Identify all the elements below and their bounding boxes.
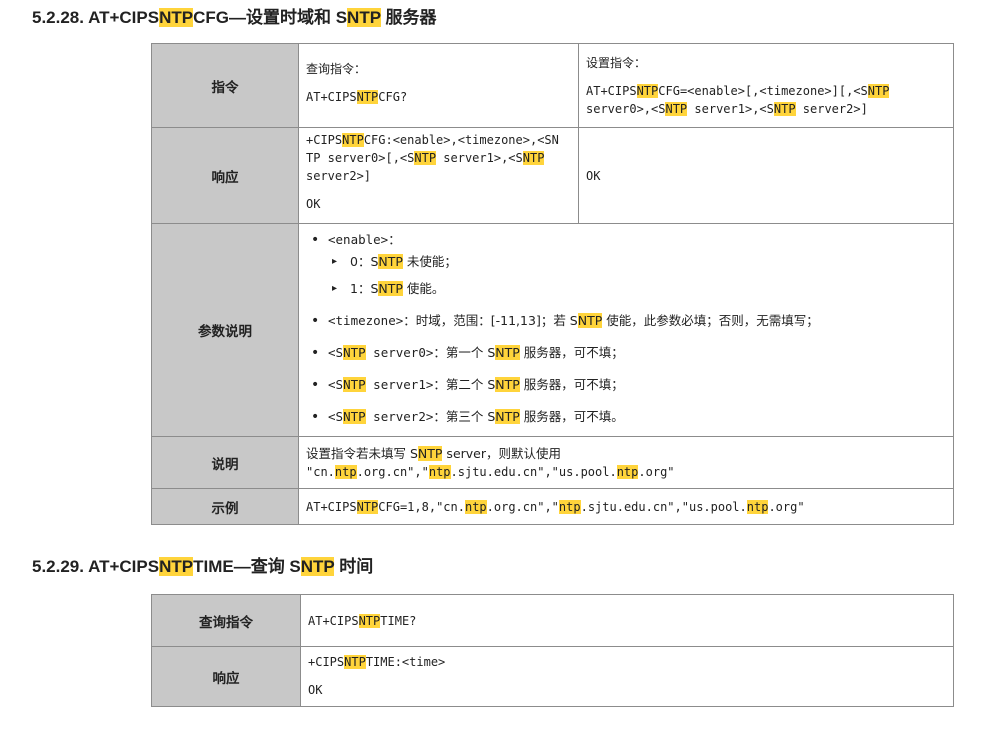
note-line-1: 设置指令若未填写 SNTP server，则默认使用 — [306, 446, 561, 461]
example-row: 示例 AT+CIPSNTPCFG=1,8,"cn.ntp.org.cn","nt… — [151, 488, 954, 525]
time-response-text: +CIPSNTPTIME:<time> — [308, 655, 446, 669]
time-query-cell: AT+CIPSNTPTIME? — [300, 594, 954, 647]
note-cell: 设置指令若未填写 SNTP server，则默认使用 "cn.ntp.org.c… — [298, 436, 954, 489]
note-row: 说明 设置指令若未填写 SNTP server，则默认使用 "cn.ntp.or… — [151, 436, 954, 489]
query-response-ok: OK — [306, 197, 321, 211]
label-time-response: 响应 — [151, 646, 301, 707]
param-server1: <SNTP server1>：第二个 SNTP 服务器，可不填； — [306, 376, 947, 394]
params-row: 参数说明 <enable>： 0：SNTP 未使能； 1：SNTP 使能。 <t… — [151, 223, 954, 437]
time-response-row: 响应 +CIPSNTPTIME:<time> OK — [151, 646, 954, 707]
label-params: 参数说明 — [151, 223, 299, 437]
enable-value-0: 0：SNTP 未使能； — [328, 253, 947, 271]
param-server2: <SNTP server2>：第三个 SNTP 服务器，可不填。 — [306, 408, 947, 426]
example-cell: AT+CIPSNTPCFG=1,8,"cn.ntp.org.cn","ntp.s… — [298, 488, 954, 525]
label-example: 示例 — [151, 488, 299, 525]
cipsntptime-table: 查询指令 AT+CIPSNTPTIME? 响应 +CIPSNTPTIME:<ti… — [151, 594, 954, 707]
time-response-cell: +CIPSNTPTIME:<time> OK — [300, 646, 954, 707]
set-response-cell: OK — [578, 127, 954, 224]
command-row: 指令 查询指令： AT+CIPSNTPCFG? 设置指令： AT+CIPSNTP… — [151, 43, 954, 128]
enable-value-1: 1：SNTP 使能。 — [328, 280, 947, 298]
label-response: 响应 — [151, 127, 299, 224]
query-response-cell: +CIPSNTPCFG:<enable>,<timezone>,<SN TP se… — [298, 127, 579, 224]
time-query-text: AT+CIPSNTPTIME? — [308, 613, 417, 628]
note-line-2: "cn.ntp.org.cn","ntp.sjtu.edu.cn","us.po… — [306, 465, 675, 479]
param-enable: <enable>： 0：SNTP 未使能； 1：SNTP 使能。 — [306, 231, 947, 298]
param-server0: <SNTP server0>：第一个 SNTP 服务器，可不填； — [306, 344, 947, 362]
time-response-ok: OK — [308, 683, 323, 697]
section-heading-cipsntpcfg: 5.2.28. AT+CIPSNTPCFG—设置时域和 SNTP 服务器 — [32, 8, 437, 27]
set-command-cell: 设置指令： AT+CIPSNTPCFG=<enable>[,<timezone>… — [578, 43, 954, 128]
set-response-ok: OK — [586, 168, 601, 183]
query-command-cell: 查询指令： AT+CIPSNTPCFG? — [298, 43, 579, 128]
query-command-text: AT+CIPSNTPCFG? — [306, 90, 408, 104]
response-row: 响应 +CIPSNTPCFG:<enable>,<timezone>,<SN TP… — [151, 127, 954, 224]
label-time-query: 查询指令 — [151, 594, 301, 647]
label-command: 指令 — [151, 43, 299, 128]
param-timezone: <timezone>：时域，范围：[-11,13]；若 SNTP 使能，此参数必… — [306, 312, 947, 330]
params-cell: <enable>： 0：SNTP 未使能； 1：SNTP 使能。 <timezo… — [298, 223, 954, 437]
enable-values: 0：SNTP 未使能； 1：SNTP 使能。 — [328, 253, 947, 298]
cipsntpcfg-table: 指令 查询指令： AT+CIPSNTPCFG? 设置指令： AT+CIPSNTP… — [151, 43, 954, 525]
section-heading-cipsntptime: 5.2.29. AT+CIPSNTPTIME—查询 SNTP 时间 — [32, 557, 374, 576]
set-command-text: AT+CIPSNTPCFG=<enable>[,<timezone>][,<SN… — [586, 84, 890, 116]
query-command-title: 查询指令： — [306, 62, 367, 76]
example-text: AT+CIPSNTPCFG=1,8,"cn.ntp.org.cn","ntp.s… — [306, 499, 805, 514]
params-list: <enable>： 0：SNTP 未使能； 1：SNTP 使能。 <timezo… — [306, 231, 947, 426]
time-query-row: 查询指令 AT+CIPSNTPTIME? — [151, 594, 954, 647]
set-command-title: 设置指令： — [586, 56, 647, 70]
query-response-text: +CIPSNTPCFG:<enable>,<timezone>,<SN TP se… — [306, 133, 559, 183]
label-note: 说明 — [151, 436, 299, 489]
